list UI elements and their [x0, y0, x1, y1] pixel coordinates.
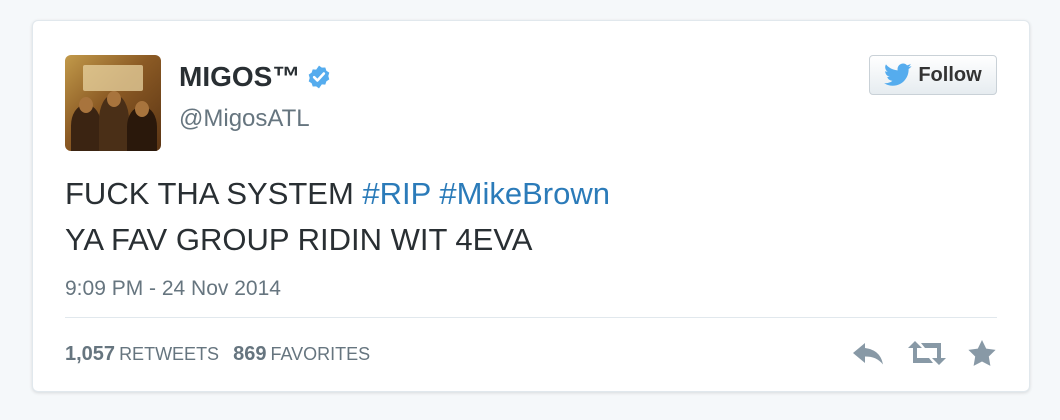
- favorites-count[interactable]: 869: [233, 343, 266, 365]
- tweet-stats: 1,057 RETWEETS 869 FAVORITES: [65, 343, 384, 366]
- tweet-actions: [831, 339, 997, 367]
- twitter-bird-icon: [884, 63, 912, 86]
- reply-icon: [853, 343, 883, 365]
- retweet-button[interactable]: [907, 339, 947, 367]
- retweet-icon: [908, 341, 946, 365]
- retweets-label[interactable]: RETWEETS: [119, 344, 219, 364]
- hashtag-link-rip[interactable]: #RIP: [362, 176, 430, 211]
- reply-button[interactable]: [851, 339, 887, 367]
- author-handle[interactable]: @MigosATL: [179, 105, 310, 133]
- avatar[interactable]: [65, 55, 161, 151]
- tweet-line-2: YA FAV GROUP RIDIN WIT 4EVA: [65, 222, 533, 257]
- favorite-star-icon: [968, 340, 996, 366]
- hashtag-link-mikebrown[interactable]: #MikeBrown: [439, 176, 610, 211]
- follow-button[interactable]: Follow: [869, 55, 997, 95]
- follow-label: Follow: [918, 63, 982, 86]
- tweet-timestamp[interactable]: 9:09 PM - 24 Nov 2014: [65, 277, 281, 301]
- verified-badge-icon: [309, 65, 330, 89]
- favorite-button[interactable]: [967, 339, 997, 367]
- embedded-tweet-card: MIGOS™ @MigosATL Follow FUCK THA SYSTEM …: [32, 20, 1030, 392]
- favorites-label[interactable]: FAVORITES: [270, 344, 370, 364]
- author-display-name[interactable]: MIGOS™: [179, 61, 300, 93]
- album-title-art: [83, 65, 143, 91]
- tweet-line-1: FUCK THA SYSTEM #RIP #MikeBrown: [65, 171, 610, 217]
- divider: [65, 317, 997, 318]
- tweet-body: FUCK THA SYSTEM #RIP #MikeBrown YA FAV G…: [65, 171, 610, 263]
- author-name-row[interactable]: MIGOS™: [179, 61, 332, 93]
- tweet-text-segment: FUCK THA SYSTEM: [65, 176, 363, 211]
- retweets-count[interactable]: 1,057: [65, 343, 115, 365]
